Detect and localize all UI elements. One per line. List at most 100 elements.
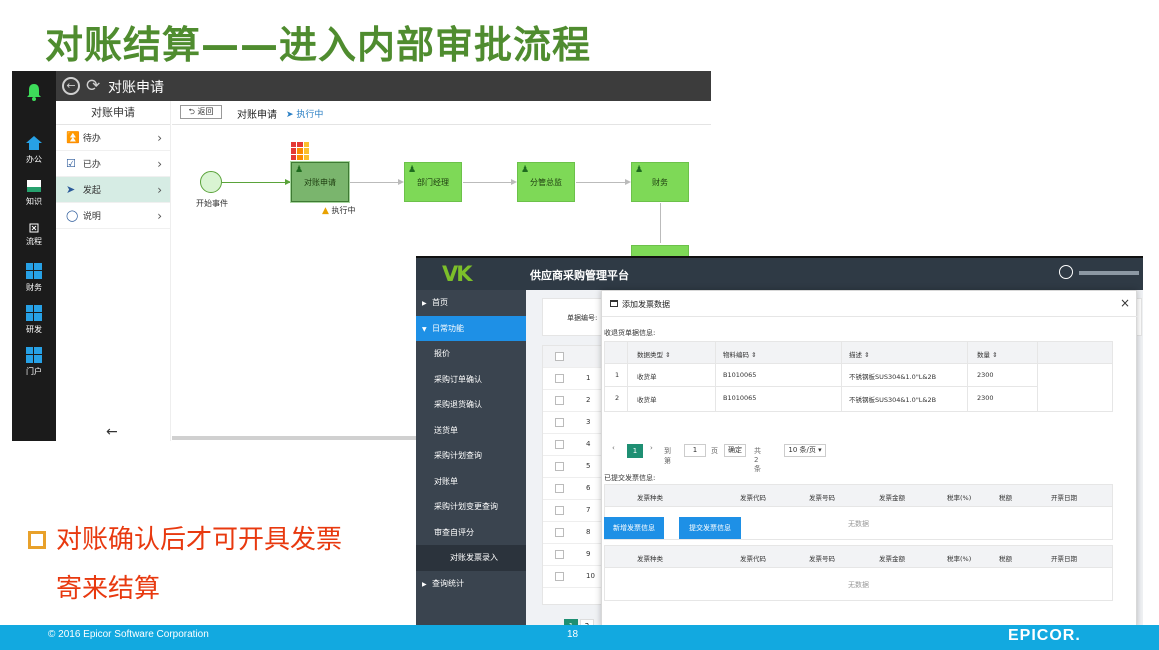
username-redacted[interactable] — [1079, 271, 1139, 275]
table-row[interactable]: 1 — [543, 368, 603, 390]
bullet-line-1: 对账确认后才可开具发票 — [28, 519, 342, 556]
col-divider — [841, 342, 842, 411]
confirm-button[interactable]: 确定 — [724, 444, 746, 457]
table-row[interactable]: 5 — [543, 456, 603, 478]
rail-item-notifications[interactable] — [12, 83, 56, 104]
close-icon[interactable]: × — [1120, 296, 1130, 310]
horizontal-scrollbar[interactable] — [172, 436, 422, 440]
refresh-icon[interactable]: ⟳ — [86, 76, 100, 96]
checkbox[interactable] — [555, 396, 564, 405]
sidebar-item-self-review[interactable]: 审查自评分 — [416, 520, 526, 546]
menu-item-done[interactable]: ☑ 已办 › — [56, 151, 170, 177]
submit-invoice-button[interactable]: 提交发票信息 — [679, 517, 741, 539]
col-divider — [1037, 342, 1038, 411]
col-divider — [715, 342, 716, 411]
back-circle-icon[interactable]: ← — [62, 77, 80, 95]
table-row[interactable]: 10 — [543, 566, 603, 588]
new-invoice-table: 发票种类 发票代码 发票号码 发票金额 税率(%) 税额 开票日期 无数据 — [604, 545, 1113, 601]
menu-item-launch[interactable]: ➤ 发起 › — [56, 177, 170, 203]
checkbox[interactable] — [555, 506, 564, 515]
prev-page-icon[interactable]: ‹ — [612, 444, 615, 452]
flow-edge — [350, 182, 402, 183]
sp-title: 供应商采购管理平台 — [530, 269, 629, 282]
rail-item-portal[interactable]: 门户 — [12, 347, 56, 377]
col-divider — [967, 342, 968, 411]
checkbox[interactable] — [555, 484, 564, 493]
column-header: 税额 — [999, 494, 1012, 502]
rail-item-rnd[interactable]: 研发 — [12, 305, 56, 335]
flow-node-dept-manager[interactable]: ♟ 部门经理 — [404, 162, 462, 202]
return-button[interactable]: ⮌ 返回 — [180, 105, 222, 119]
flow-node-reconcile-request[interactable]: ♟ 对账申请 — [291, 162, 349, 202]
bpm-header-title: 对账申请 — [108, 80, 164, 96]
checkbox[interactable] — [555, 352, 564, 361]
flow-edge — [576, 182, 627, 183]
checkbox[interactable] — [555, 572, 564, 581]
column-header[interactable]: 物料编码 ⇕ — [723, 349, 757, 359]
rail-item-knowledge[interactable]: 知识 — [12, 179, 56, 207]
sidebar-item-statement[interactable]: 对账单 — [416, 469, 526, 495]
flow-node-finance[interactable]: ♟ 财务 — [631, 162, 689, 202]
column-header[interactable]: 数据类型 ⇕ — [637, 349, 671, 359]
checkbox[interactable] — [555, 528, 564, 537]
table-header — [605, 485, 1112, 507]
checkbox[interactable] — [555, 440, 564, 449]
menu-item-help[interactable]: ◯ 说明 › — [56, 203, 170, 229]
page-number: 18 — [567, 629, 579, 640]
page-unit: 页 — [711, 447, 718, 455]
receipts-section-title: 收退货单据信息: — [604, 329, 656, 337]
table-row[interactable]: 9 — [543, 544, 603, 566]
sp-header: VK 供应商采购管理平台 — [416, 258, 1143, 290]
rail-item-finance[interactable]: 财务 — [12, 263, 56, 293]
page-input[interactable]: 1 — [684, 444, 706, 457]
windows-icon — [26, 263, 42, 279]
sidebar-item-home[interactable]: ▶ 首页 — [416, 290, 526, 316]
column-header: 发票金额 — [879, 555, 905, 563]
rail-item-office[interactable]: 办公 — [12, 135, 56, 165]
table-row[interactable]: 6 — [543, 478, 603, 500]
flow-edge — [463, 182, 515, 183]
flow-node-director[interactable]: ♟ 分管总监 — [517, 162, 575, 202]
menu-item-todo[interactable]: ⏫ 待办 › — [56, 125, 170, 151]
sidebar-item-plan-change[interactable]: 采购计划变更查询 — [416, 494, 526, 520]
table-row[interactable]: 7 — [543, 500, 603, 522]
sidebar-item-daily[interactable]: ▼ 日常功能 — [416, 315, 526, 341]
page-size-select[interactable]: 10 条/页 ▾ — [784, 444, 826, 457]
row-number: 4 — [586, 440, 591, 448]
empty-state: 无数据 — [848, 581, 869, 589]
add-invoice-button[interactable]: 新增发票信息 — [604, 517, 664, 539]
arrow-left-icon[interactable]: ← — [106, 424, 118, 440]
table-row[interactable]: 2 — [543, 390, 603, 412]
column-header[interactable]: 数量 ⇕ — [977, 349, 998, 359]
rail-item-flow[interactable]: 流程 — [12, 223, 56, 247]
table-header — [605, 546, 1112, 568]
sidebar-item-po-confirm[interactable]: 采购订单确认 — [416, 367, 526, 393]
checkbox[interactable] — [555, 374, 564, 383]
column-header[interactable]: 描述 ⇕ — [849, 349, 870, 359]
sidebar-item-stats[interactable]: ▶ 查询统计 — [416, 571, 526, 597]
table-row[interactable]: 3 — [543, 412, 603, 434]
column-header: 发票种类 — [637, 555, 663, 563]
sidebar-label: 送货单 — [434, 425, 458, 435]
copyright: © 2016 Epicor Software Corporation — [48, 629, 209, 640]
checkbox[interactable] — [555, 550, 564, 559]
sidebar-item-quote[interactable]: 报价 — [416, 341, 526, 367]
menu-item-label: 已办 — [82, 160, 101, 170]
sidebar-item-plan-query[interactable]: 采购计划查询 — [416, 443, 526, 469]
row-number: 1 — [586, 374, 591, 382]
current-page[interactable]: 1 — [627, 444, 643, 458]
flow-start-event[interactable] — [200, 171, 222, 193]
modal-header: 添加发票数据 × — [602, 291, 1138, 317]
table-row[interactable]: 8 — [543, 522, 603, 544]
table-row[interactable]: 4 — [543, 434, 603, 456]
sidebar-item-delivery[interactable]: 送货单 — [416, 418, 526, 444]
row-number: 10 — [586, 572, 595, 580]
user-avatar-icon[interactable] — [1059, 265, 1073, 279]
sidebar-item-invoice-entry[interactable]: 对账发票录入 — [416, 545, 526, 571]
next-page-icon[interactable]: › — [650, 444, 653, 452]
checkbox[interactable] — [555, 462, 564, 471]
row-number: 8 — [586, 528, 591, 536]
checkbox[interactable] — [555, 418, 564, 427]
rail-label: 门户 — [26, 367, 42, 376]
sidebar-item-return-confirm[interactable]: 采购退货确认 — [416, 392, 526, 418]
